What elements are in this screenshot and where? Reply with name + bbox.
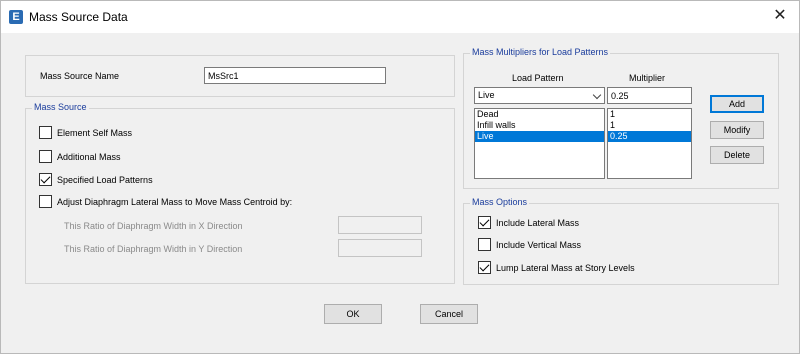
include-lateral-mass-option[interactable]: Include Lateral Mass — [478, 216, 579, 229]
load-pattern-list-item[interactable]: Infill walls — [475, 120, 604, 131]
include-lateral-mass-checkbox[interactable] — [478, 216, 491, 229]
include-lateral-mass-label: Include Lateral Mass — [496, 217, 580, 228]
ratio-y-input[interactable] — [338, 239, 422, 257]
mass-source-group: Mass Source Element Self Mass Additional… — [25, 102, 455, 284]
adjust-diaphragm-label: Adjust Diaphragm Lateral Mass to Move Ma… — [57, 196, 293, 207]
element-self-mass-label: Element Self Mass — [57, 127, 133, 138]
load-pattern-list-item[interactable]: Dead — [475, 109, 604, 120]
modify-button[interactable]: Modify — [710, 121, 764, 139]
lump-lateral-mass-checkbox[interactable] — [478, 261, 491, 274]
include-vertical-mass-option[interactable]: Include Vertical Mass — [478, 238, 581, 251]
adjust-diaphragm-option[interactable]: Adjust Diaphragm Lateral Mass to Move Ma… — [39, 195, 292, 208]
close-button[interactable]: ✕ — [765, 2, 795, 30]
title-bar: E Mass Source Data ✕ — [1, 1, 799, 33]
load-pattern-dropdown-value: Live — [478, 90, 495, 100]
ratio-y-label: This Ratio of Diaphragm Width in Y Direc… — [64, 244, 243, 254]
mass-source-name-label: Mass Source Name — [40, 71, 120, 81]
chevron-down-icon[interactable] — [592, 90, 602, 100]
mass-options-group-title: Mass Options — [470, 197, 530, 207]
multiplier-list-item[interactable]: 1 — [608, 109, 691, 120]
multiplier-list-item[interactable]: 0.25 — [608, 131, 691, 142]
specified-load-patterns-option[interactable]: Specified Load Patterns — [39, 173, 153, 186]
ok-button[interactable]: OK — [324, 304, 382, 324]
specified-load-patterns-label: Specified Load Patterns — [57, 174, 153, 185]
specified-load-patterns-checkbox[interactable] — [39, 173, 52, 186]
multiplier-input[interactable]: 0.25 — [607, 87, 692, 104]
adjust-diaphragm-checkbox[interactable] — [39, 195, 52, 208]
mass-multipliers-group: Mass Multipliers for Load Patterns Load … — [463, 47, 779, 189]
lump-lateral-mass-option[interactable]: Lump Lateral Mass at Story Levels — [478, 261, 635, 274]
additional-mass-label: Additional Mass — [57, 151, 121, 162]
mass-source-name-group: Mass Source Name MsSrc1 — [25, 55, 455, 97]
add-button[interactable]: Add — [710, 95, 764, 113]
include-vertical-mass-checkbox[interactable] — [478, 238, 491, 251]
element-self-mass-checkbox[interactable] — [39, 126, 52, 139]
ratio-x-label: This Ratio of Diaphragm Width in X Direc… — [64, 221, 243, 231]
additional-mass-option[interactable]: Additional Mass — [39, 150, 121, 163]
delete-button[interactable]: Delete — [710, 146, 764, 164]
mass-source-group-title: Mass Source — [32, 102, 89, 112]
element-self-mass-option[interactable]: Element Self Mass — [39, 126, 132, 139]
multiplier-column-header: Multiplier — [629, 73, 666, 83]
additional-mass-checkbox[interactable] — [39, 150, 52, 163]
multiplier-list-item[interactable]: 1 — [608, 120, 691, 131]
app-icon: E — [9, 10, 23, 24]
mass-source-name-input[interactable]: MsSrc1 — [204, 67, 386, 84]
mass-multipliers-group-title: Mass Multipliers for Load Patterns — [470, 47, 611, 57]
multiplier-list[interactable]: 1 1 0.25 — [607, 108, 692, 179]
mass-options-group: Mass Options Include Lateral Mass Includ… — [463, 197, 779, 285]
lump-lateral-mass-label: Lump Lateral Mass at Story Levels — [496, 262, 635, 273]
include-vertical-mass-label: Include Vertical Mass — [496, 239, 582, 250]
load-pattern-column-header: Load Pattern — [512, 73, 564, 83]
load-pattern-list[interactable]: Dead Infill walls Live — [474, 108, 605, 179]
dialog-title: Mass Source Data — [29, 10, 128, 24]
load-pattern-list-item[interactable]: Live — [475, 131, 604, 142]
cancel-button[interactable]: Cancel — [420, 304, 478, 324]
mass-source-dialog: E Mass Source Data ✕ Mass Source Name Ms… — [0, 0, 800, 354]
load-pattern-dropdown[interactable]: Live — [474, 87, 605, 104]
ratio-x-input[interactable] — [338, 216, 422, 234]
